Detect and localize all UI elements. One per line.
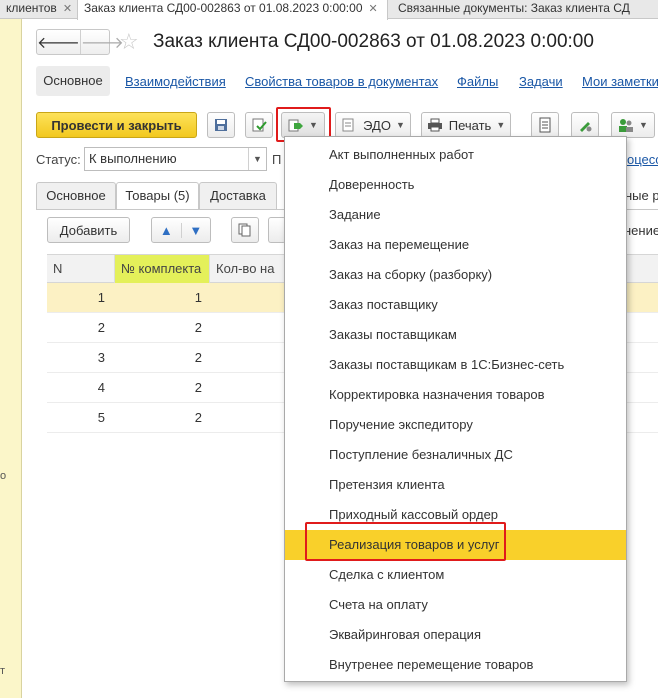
status-label: Статус: [36,152,81,167]
tab-goods[interactable]: Товары (5) [116,182,199,210]
cell-kit-number[interactable]: 1 [115,283,202,313]
column-n[interactable]: N [47,255,115,283]
left-strip-mark: т [0,665,6,677]
post-button[interactable] [245,112,273,138]
cell-n[interactable]: 2 [47,313,105,343]
column-kit-number[interactable]: № комплекта [115,255,210,283]
close-icon[interactable]: ✕ [63,1,72,18]
section-main[interactable]: Основное [36,66,110,96]
cell-n[interactable]: 5 [47,403,105,433]
menu-item[interactable]: Претензия клиента [285,470,626,500]
menu-item[interactable]: Счета на оплату [285,590,626,620]
chevron-down-icon: ▼ [639,120,648,130]
status-select[interactable]: К выполнению ▼ [84,147,267,171]
section-link-interactions[interactable]: Взаимодействия [125,74,226,89]
structure-button[interactable] [531,112,559,138]
section-link-notes[interactable]: Мои заметки [582,74,658,89]
post-document-icon [252,118,267,132]
nav-buttons: 🡐 🡒 [36,29,124,55]
edit-pen-icon [580,122,592,132]
column-quantity[interactable]: Кол-во на [210,255,290,283]
tab-label: Заказ клиента СД00-002863 от 01.08.2023 … [84,1,363,15]
tab-main[interactable]: Основное [36,182,116,209]
page-title: Заказ клиента СД00-002863 от 01.08.2023 … [153,31,594,52]
section-link-files[interactable]: Файлы [457,74,498,89]
section-link-item-properties[interactable]: Свойства товаров в документах [245,74,438,89]
cell-kit-number[interactable]: 2 [115,343,202,373]
tab-related-docs[interactable]: Связанные документы: Заказ клиента СД [392,0,658,19]
close-icon[interactable]: ✕ [369,1,378,18]
tab-label: клиентов [6,1,57,15]
left-strip-mark: о [0,470,7,482]
cell-kit-number[interactable]: 2 [115,313,202,343]
menu-item[interactable]: Заказы поставщикам в 1С:Бизнес-сеть [285,350,626,380]
add-row-button[interactable]: Добавить [47,217,130,243]
tab-delivery[interactable]: Доставка [199,182,277,209]
tab-order[interactable]: Заказ клиента СД00-002863 от 01.08.2023 … [77,0,388,20]
cell-n[interactable]: 3 [47,343,105,373]
menu-item[interactable]: Доверенность [285,170,626,200]
obscured-tab[interactable]: ные ра [625,188,658,203]
tab-clients[interactable]: клиентов ✕ [0,0,72,19]
menu-item[interactable]: Заказ на сборку (разборку) [285,260,626,290]
menu-item[interactable]: Поручение экспедитору [285,410,626,440]
users-icon [619,119,634,132]
cell-kit-number[interactable]: 2 [115,403,202,433]
menu-item[interactable]: Сделка с клиентом [285,560,626,590]
document-structure-icon [539,117,551,133]
highlight-frame [305,522,506,561]
printer-icon [427,118,442,132]
obscured-button-label[interactable]: нение [624,223,658,238]
edo-label: ЭДО [363,117,391,133]
menu-item[interactable]: Корректировка назначения товаров [285,380,626,410]
menu-item[interactable]: Заказы поставщикам [285,320,626,350]
back-arrow-icon[interactable]: 🡐 [37,30,80,54]
post-and-close-button[interactable]: Провести и закрыть [36,112,197,138]
menu-item[interactable]: Задание [285,200,626,230]
copy-icon [238,223,251,237]
obscured-label: П [272,152,282,167]
floppy-disk-icon [215,119,227,131]
left-panel-strip: о т [0,0,22,698]
favorite-star-icon[interactable]: ☆ [119,29,139,55]
move-up-icon[interactable]: ▲ [152,222,182,238]
chevron-down-icon: ▼ [496,120,506,130]
menu-item[interactable]: Поступление безналичных ДС [285,440,626,470]
copy-button[interactable] [231,217,259,243]
chevron-down-icon[interactable]: ▼ [248,148,266,170]
menu-item[interactable]: Эквайринговая операция [285,620,626,650]
print-button[interactable]: Печать ▼ [421,112,511,138]
create-based-on-menu: Акт выполненных работ Доверенность Задание… [284,136,627,682]
print-label: Печать [448,117,492,133]
menu-item[interactable]: Акт выполненных работ [285,140,626,170]
menu-item[interactable]: Заказ поставщику [285,290,626,320]
cell-n[interactable]: 4 [47,373,105,403]
window-tabs-bar: клиентов ✕ Заказ клиента СД00-002863 от 0… [0,0,658,20]
forward-arrow-icon[interactable]: 🡒 [79,30,124,54]
users-button[interactable]: ▼ [611,112,655,138]
menu-item[interactable]: Внутренее перемещение товаров [285,650,626,680]
tab-label: Связанные документы: Заказ клиента СД [398,1,630,15]
edo-button[interactable]: ЭДО ▼ [335,112,411,138]
status-value: К выполнению [89,151,177,166]
section-link-tasks[interactable]: Задачи [519,74,563,89]
move-down-icon[interactable]: ▼ [182,223,211,238]
sign-button[interactable] [571,112,599,138]
move-buttons: ▲ ▼ [151,217,211,243]
edo-icon [342,118,354,132]
process-link[interactable]: оцесс [627,152,658,167]
save-button[interactable] [207,112,235,138]
cell-kit-number[interactable]: 2 [115,373,202,403]
chevron-down-icon: ▼ [395,120,405,130]
menu-item[interactable]: Заказ на перемещение [285,230,626,260]
cell-n[interactable]: 1 [47,283,105,313]
